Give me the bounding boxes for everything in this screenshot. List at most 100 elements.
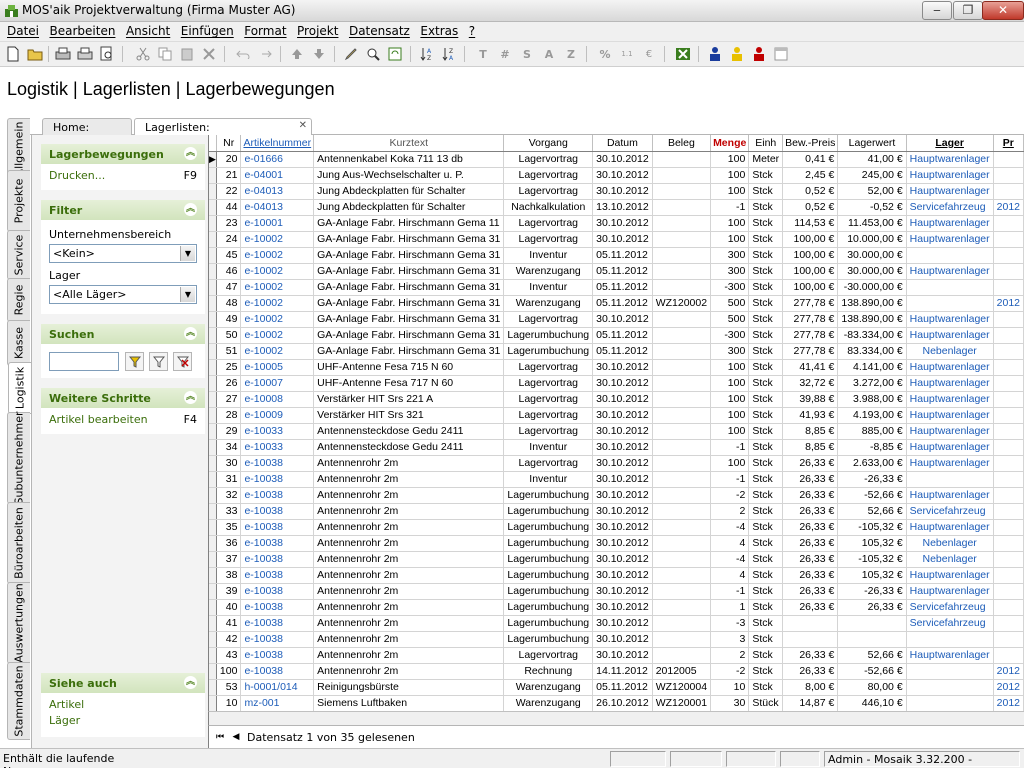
cell-projekt[interactable] — [993, 279, 1024, 296]
cell-lager[interactable] — [906, 631, 994, 648]
cell-kurztext[interactable]: UHF-Antenne Fesa 715 N 60 — [313, 359, 505, 376]
cell-lagerwert[interactable]: 138.890,00 € — [837, 295, 907, 312]
cell-preis[interactable]: 114,53 € — [782, 215, 839, 232]
close-button[interactable]: ✕ — [982, 1, 1024, 20]
cell-vorgang[interactable]: Warenzugang — [503, 295, 594, 312]
cell-kurztext[interactable]: GA-Anlage Fabr. Hirschmann Gema 31 — [313, 311, 505, 328]
cell-menge[interactable]: 100 — [710, 455, 750, 472]
cell-einheit[interactable]: Stck — [748, 567, 784, 584]
cell-lager[interactable]: Hauptwarenlager — [906, 183, 994, 200]
row-selector[interactable] — [209, 423, 217, 440]
cell-einheit[interactable]: Stck — [748, 231, 784, 248]
cell-lager[interactable] — [906, 279, 994, 296]
cell-preis[interactable]: 8,85 € — [782, 423, 839, 440]
cell-nr[interactable]: 48 — [216, 295, 242, 312]
cell-menge[interactable]: 100 — [710, 231, 750, 248]
cell-lager[interactable]: Hauptwarenlager — [906, 311, 994, 328]
cell-lagerwert[interactable]: 80,00 € — [837, 679, 907, 696]
cell-preis[interactable]: 26,33 € — [782, 599, 839, 616]
row-selector[interactable] — [209, 551, 217, 568]
cell-projekt[interactable] — [993, 247, 1024, 264]
cell-lager[interactable]: Hauptwarenlager — [906, 359, 994, 376]
col-lagerwert[interactable]: Lagerwert — [837, 135, 907, 152]
cell-einheit[interactable]: Stck — [748, 167, 784, 184]
cell-vorgang[interactable]: Lagervortrag — [503, 151, 594, 168]
cell-beleg[interactable] — [652, 391, 712, 408]
cell-artikelnummer[interactable]: e-10038 — [240, 567, 315, 584]
cell-menge[interactable]: 100 — [710, 151, 750, 168]
cell-kurztext[interactable]: Reinigungsbürste — [313, 679, 505, 696]
cell-lager[interactable]: Hauptwarenlager — [906, 407, 994, 424]
filter-edit-icon[interactable] — [149, 352, 168, 371]
cell-vorgang[interactable]: Lagerumbuchung — [503, 343, 594, 360]
cell-projekt[interactable] — [993, 455, 1024, 472]
table-row[interactable]: 100 e-10038 Antennenrohr 2m Rechnung 14.11.2… — [209, 663, 1024, 680]
cell-beleg[interactable] — [652, 551, 712, 568]
menu-ansicht[interactable]: Ansicht — [126, 22, 170, 38]
cell-nr[interactable]: 23 — [216, 215, 242, 232]
cell-projekt[interactable] — [993, 519, 1024, 536]
group-header[interactable]: Lagerbewegungen ︽ — [41, 144, 205, 164]
cell-projekt[interactable]: 2012 — [993, 663, 1024, 680]
row-selector[interactable] — [209, 247, 217, 264]
table-row[interactable]: 41 e-10038 Antennenrohr 2m Lagerumbuchung 30… — [209, 615, 1024, 632]
cell-projekt[interactable] — [993, 551, 1024, 568]
table-row[interactable]: 46 e-10002 GA-Anlage Fabr. Hirschmann Gema… — [209, 263, 1024, 280]
cell-lager[interactable] — [906, 663, 994, 680]
artikel-link[interactable]: Artikel — [49, 697, 197, 713]
cell-projekt[interactable] — [993, 615, 1024, 632]
table-row[interactable]: 48 e-10002 GA-Anlage Fabr. Hirschmann Gema… — [209, 295, 1024, 312]
cell-preis[interactable]: 26,33 € — [782, 455, 839, 472]
cell-lagerwert[interactable]: 446,10 € — [837, 695, 907, 711]
row-selector[interactable] — [209, 279, 217, 296]
menu-extras[interactable]: Extras — [420, 22, 458, 38]
group-header[interactable]: Weitere Schritte ︽ — [41, 388, 205, 408]
row-selector[interactable] — [209, 215, 217, 232]
vnav-projekte[interactable]: Projekte — [7, 170, 30, 232]
cell-preis[interactable]: 39,88 € — [782, 391, 839, 408]
cell-artikelnummer[interactable]: e-10002 — [240, 279, 315, 296]
cell-projekt[interactable] — [993, 375, 1024, 392]
cell-artikelnummer[interactable]: e-10007 — [240, 375, 315, 392]
artikel-bearbeiten-link[interactable]: Artikel bearbeiten F4 — [49, 412, 197, 428]
cell-datum[interactable]: 13.10.2012 — [592, 199, 653, 216]
cell-nr[interactable]: 28 — [216, 407, 242, 424]
vnav-service[interactable]: Service — [7, 230, 30, 280]
vnav-bueroarbeiten[interactable]: Büroarbeiten — [7, 502, 30, 584]
cell-projekt[interactable] — [993, 327, 1024, 344]
cell-kurztext[interactable]: GA-Anlage Fabr. Hirschmann Gema 31 — [313, 263, 505, 280]
row-selector[interactable] — [209, 663, 217, 680]
row-selector[interactable] — [209, 263, 217, 280]
cell-datum[interactable]: 30.10.2012 — [592, 647, 653, 664]
row-selector[interactable] — [209, 183, 217, 200]
cell-preis[interactable]: 26,33 € — [782, 647, 839, 664]
cell-kurztext[interactable]: Antennenrohr 2m — [313, 455, 505, 472]
cell-kurztext[interactable]: Verstärker HIT Srs 221 A — [313, 391, 505, 408]
cell-lagerwert[interactable]: 4.141,00 € — [837, 359, 907, 376]
user-yellow-icon[interactable] — [728, 45, 746, 63]
row-selector[interactable] — [209, 407, 217, 424]
cell-einheit[interactable]: Stck — [748, 215, 784, 232]
row-selector[interactable] — [209, 583, 217, 600]
cell-einheit[interactable]: Stck — [748, 471, 784, 488]
cell-artikelnummer[interactable]: e-10008 — [240, 391, 315, 408]
cell-einheit[interactable]: Stck — [748, 375, 784, 392]
table-row[interactable]: 51 e-10002 GA-Anlage Fabr. Hirschmann Gema… — [209, 343, 1024, 360]
cell-lagerwert[interactable]: 10.000,00 € — [837, 231, 907, 248]
cell-beleg[interactable] — [652, 439, 712, 456]
refresh-icon[interactable] — [386, 45, 404, 63]
cell-einheit[interactable]: Stck — [748, 327, 784, 344]
cell-menge[interactable]: 2 — [710, 503, 750, 520]
cell-menge[interactable]: -1 — [710, 439, 750, 456]
cell-preis[interactable]: 41,93 € — [782, 407, 839, 424]
table-row[interactable]: 27 e-10008 Verstärker HIT Srs 221 A Lagervo… — [209, 391, 1024, 408]
cell-preis[interactable]: 100,00 € — [782, 247, 839, 264]
cell-nr[interactable]: 45 — [216, 247, 242, 264]
cell-projekt[interactable] — [993, 583, 1024, 600]
cell-lagerwert[interactable]: -26,33 € — [837, 583, 907, 600]
table-row[interactable]: 22 e-04013 Jung Abdeckplatten für Schalter… — [209, 183, 1024, 200]
cell-beleg[interactable] — [652, 567, 712, 584]
collapse-icon[interactable]: ︽ — [184, 391, 197, 404]
cell-datum[interactable]: 30.10.2012 — [592, 423, 653, 440]
cell-artikelnummer[interactable]: e-10002 — [240, 311, 315, 328]
